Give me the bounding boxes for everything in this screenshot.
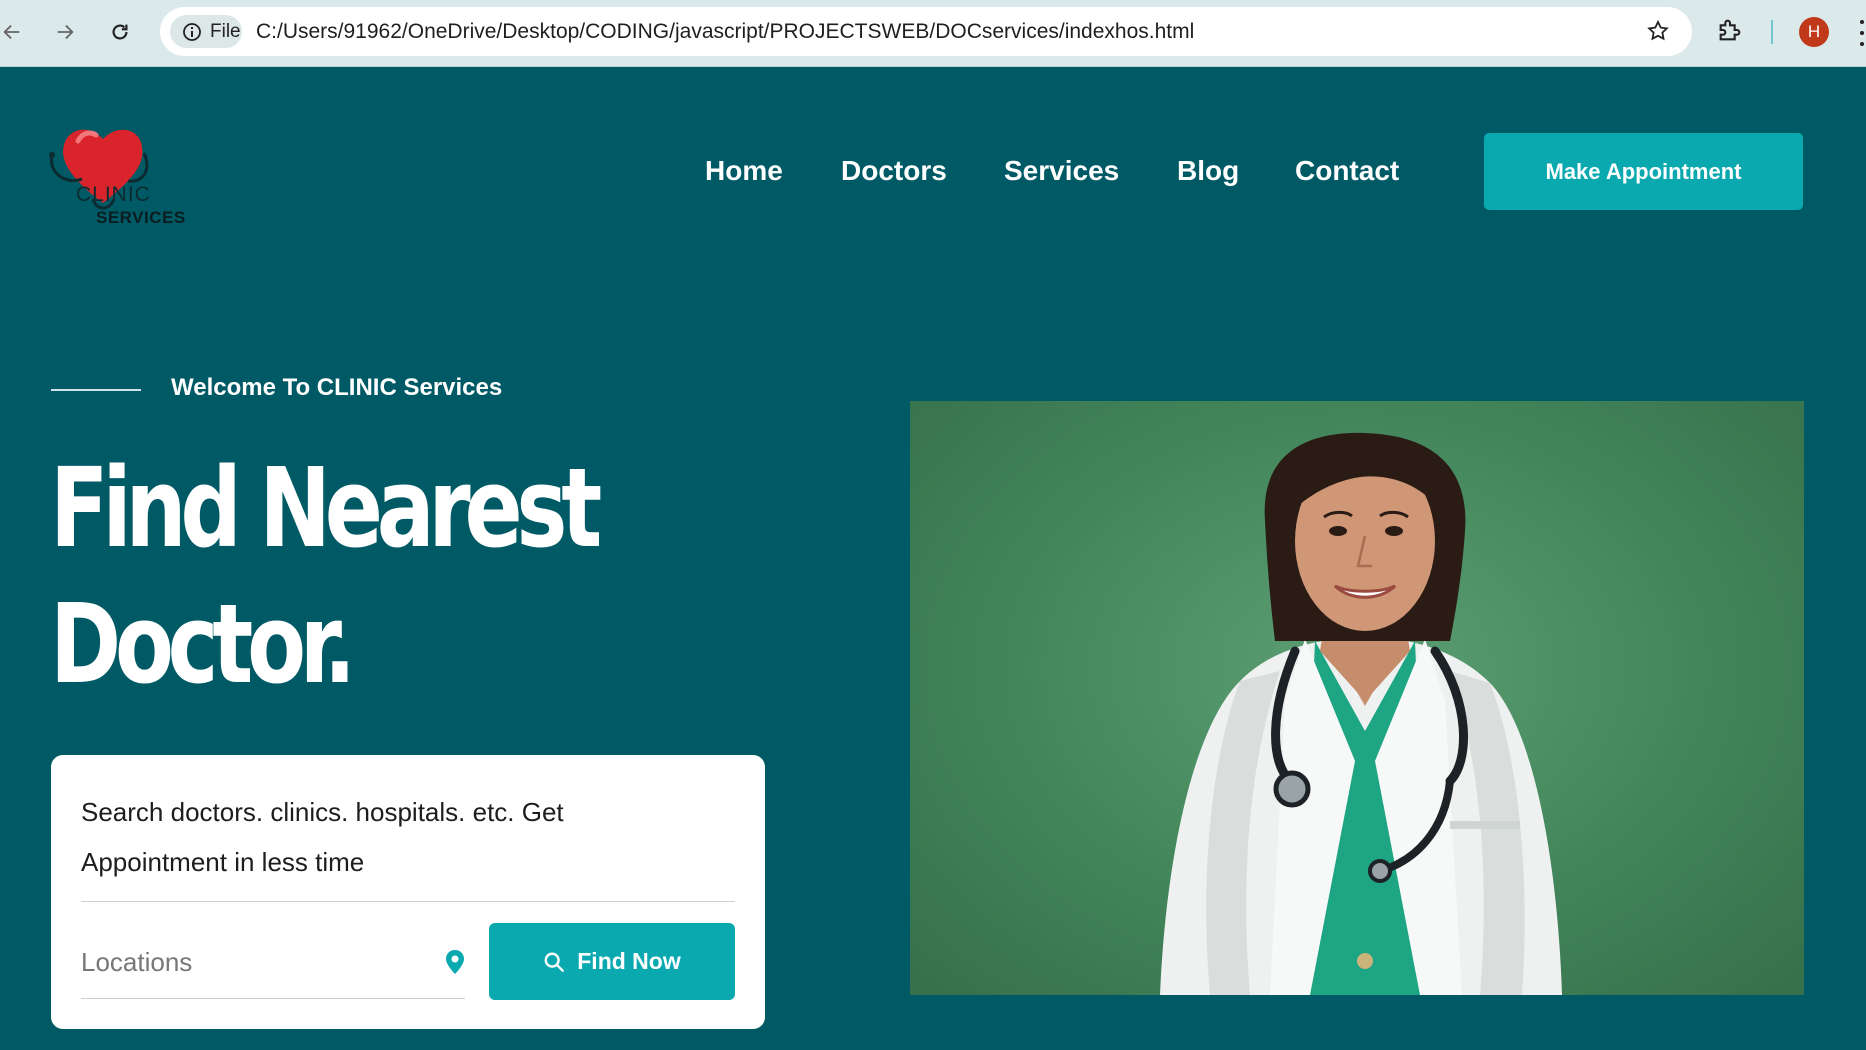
welcome-line-decoration — [51, 389, 141, 391]
doctor-illustration — [1160, 432, 1562, 995]
site-info-chip[interactable]: File — [170, 15, 242, 48]
address-bar[interactable]: File C:/Users/91962/OneDrive/Desktop/COD… — [160, 7, 1692, 56]
site-chip-label: File — [210, 20, 241, 42]
puzzle-icon — [1719, 19, 1741, 41]
hero-title-line2: Doctor. — [50, 580, 356, 708]
location-field[interactable] — [81, 925, 465, 999]
search-icon — [544, 952, 565, 972]
browser-menu-button[interactable] — [1858, 20, 1866, 46]
search-card: Search doctors. clinics. hospitals. etc.… — [51, 755, 765, 1029]
star-icon — [1647, 19, 1669, 41]
find-now-label: Find Now — [577, 948, 681, 974]
arrow-left-icon — [3, 24, 20, 40]
back-button[interactable] — [0, 14, 30, 50]
find-now-button[interactable]: Find Now — [489, 923, 735, 1000]
welcome-tagline: Welcome To CLINIC Services — [171, 374, 503, 401]
reload-icon — [112, 24, 128, 40]
main-navigation: Home Doctors Services Blog Contact — [0, 150, 1440, 192]
nav-contact[interactable]: Contact — [1295, 150, 1399, 192]
forward-button[interactable] — [47, 14, 83, 50]
hero-title: Find Nearest Doctor. — [50, 440, 658, 712]
doctor-hero-image — [910, 401, 1804, 995]
make-appointment-button[interactable]: Make Appointment — [1484, 133, 1803, 210]
profile-avatar[interactable]: H — [1799, 17, 1829, 47]
card-divider — [81, 901, 735, 902]
map-pin-icon[interactable] — [445, 949, 465, 975]
info-icon — [183, 22, 201, 41]
logo-word-services: SERVICES — [96, 208, 186, 227]
nav-home[interactable]: Home — [705, 150, 783, 192]
arrow-right-icon — [57, 24, 74, 40]
toolbar-divider — [1771, 20, 1773, 44]
bookmark-star-button[interactable] — [1646, 19, 1670, 48]
url-text[interactable]: C:/Users/91962/OneDrive/Desktop/CODING/j… — [256, 7, 1194, 56]
browser-toolbar: File C:/Users/91962/OneDrive/Desktop/COD… — [0, 0, 1866, 67]
extensions-button[interactable] — [1716, 16, 1744, 49]
hero-title-line1: Find Nearest — [50, 444, 602, 572]
location-input[interactable] — [81, 925, 421, 999]
nav-services[interactable]: Services — [1004, 150, 1119, 192]
search-description: Search doctors. clinics. hospitals. etc.… — [81, 797, 564, 877]
reload-button[interactable] — [102, 14, 138, 50]
nav-doctors[interactable]: Doctors — [841, 150, 947, 192]
nav-blog[interactable]: Blog — [1177, 150, 1239, 192]
